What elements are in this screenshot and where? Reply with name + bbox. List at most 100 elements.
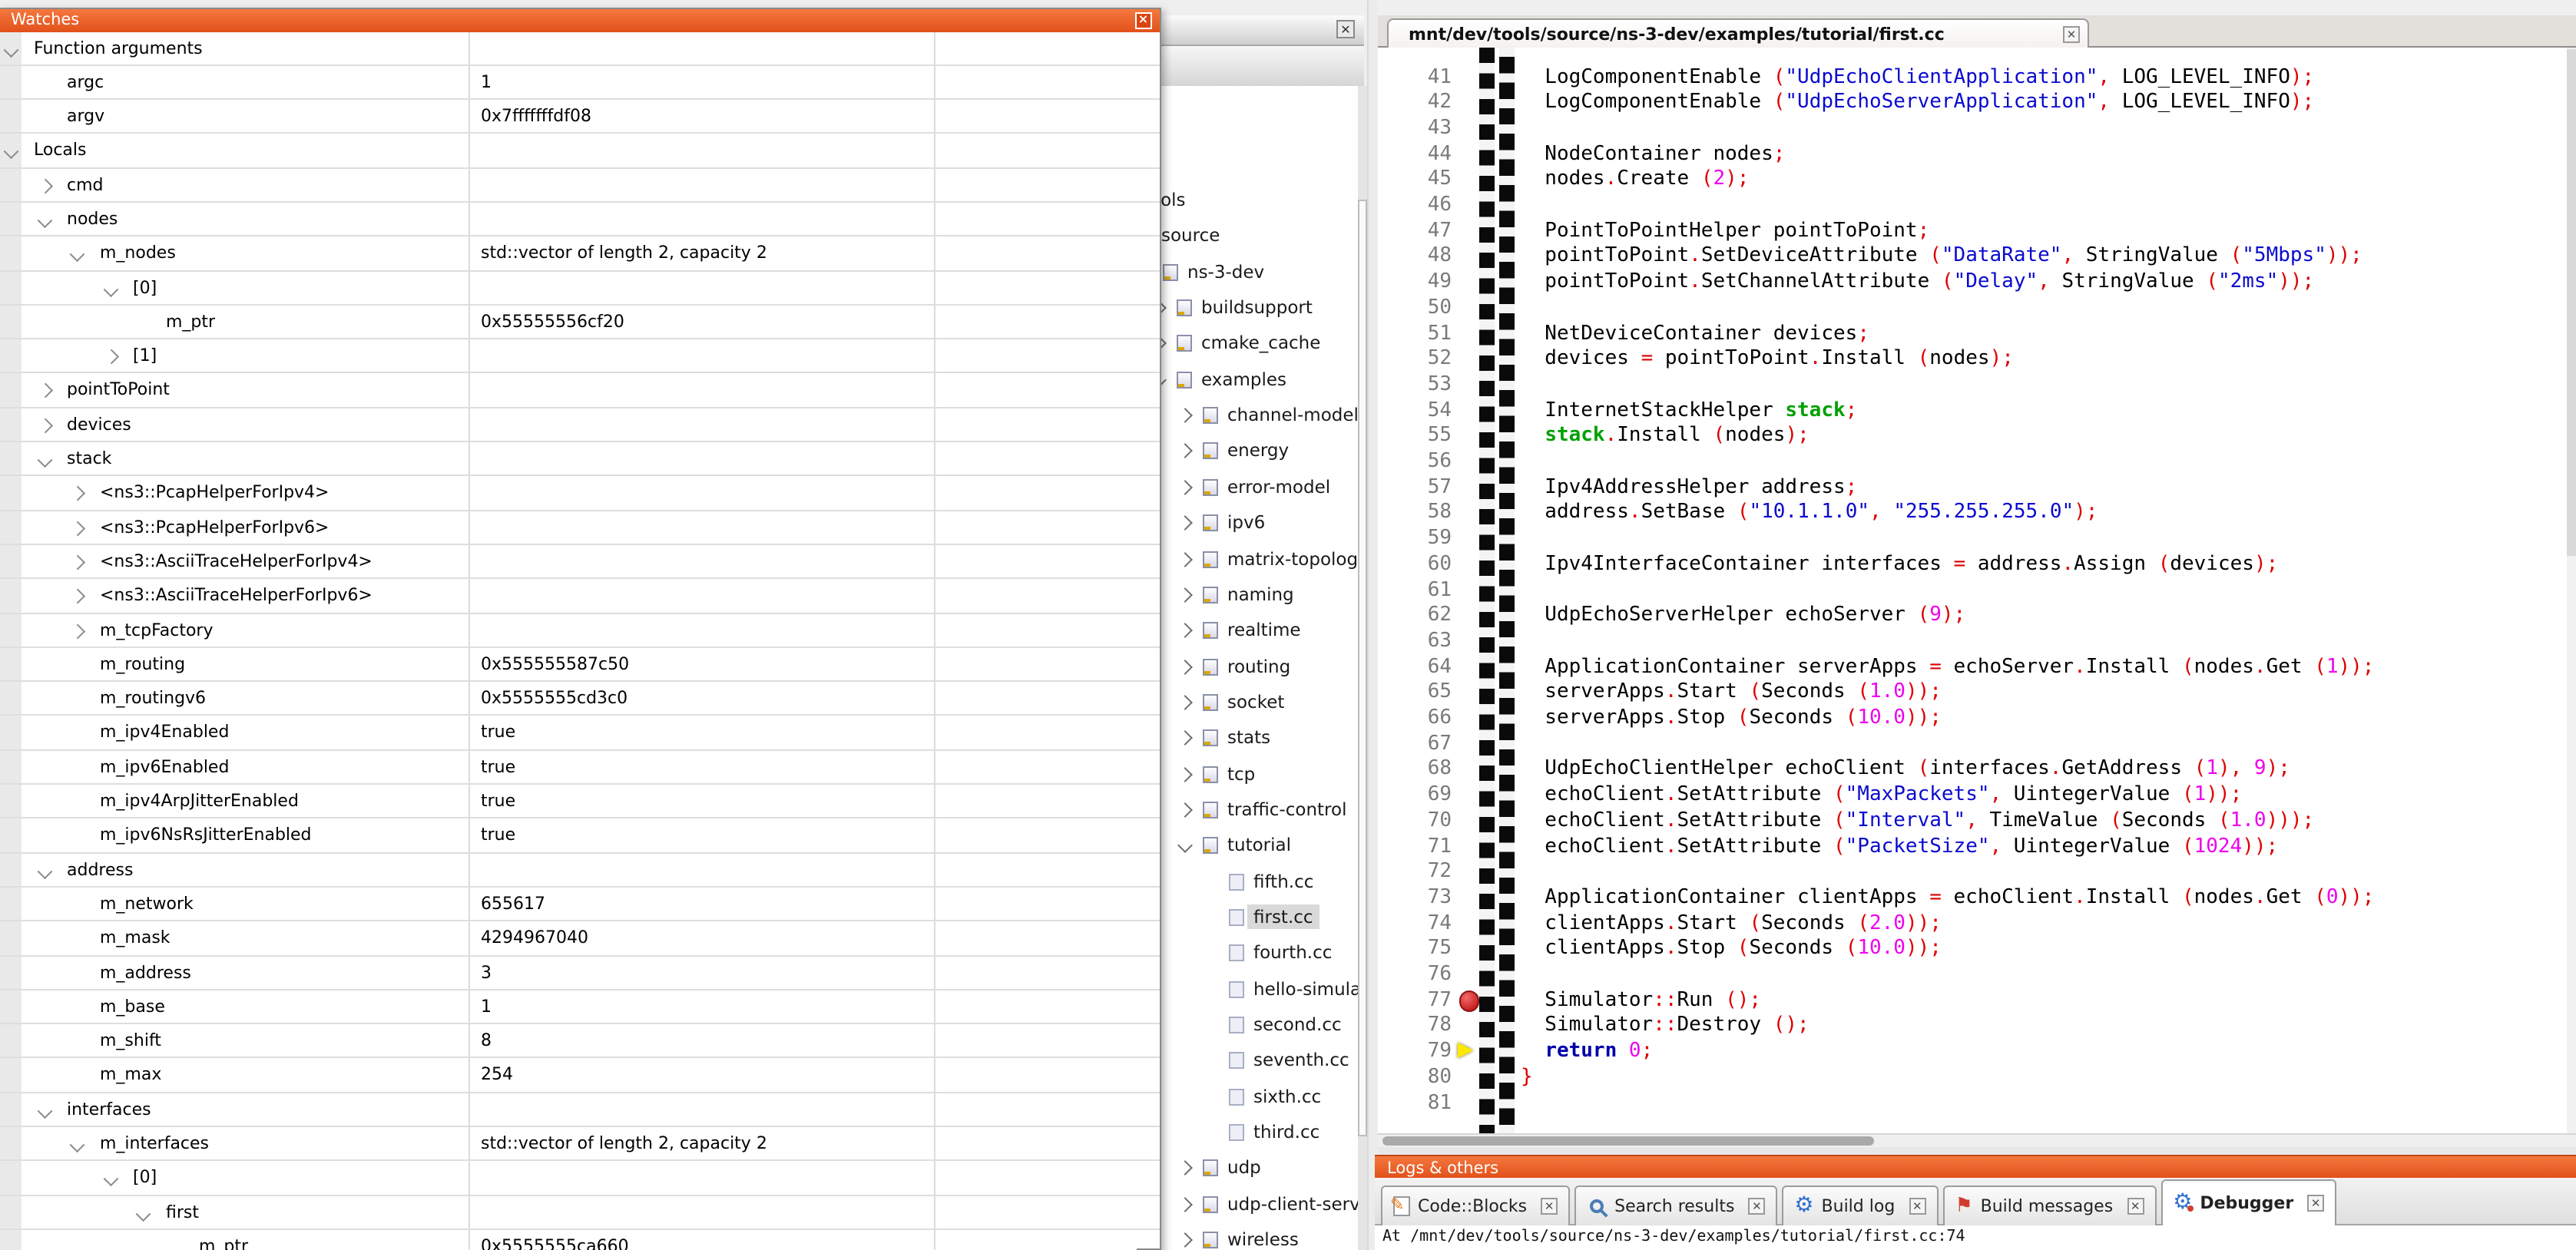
line-number[interactable]: 60 (1378, 553, 1452, 578)
chevron-right-icon[interactable] (103, 350, 117, 364)
watch-row[interactable]: m_shift8 (0, 1024, 1160, 1059)
line-number[interactable]: 46 (1378, 193, 1452, 219)
line-number[interactable]: 76 (1378, 963, 1452, 988)
line-number[interactable]: 42 (1378, 91, 1452, 116)
watch-row[interactable]: devices (0, 408, 1160, 443)
watch-row[interactable]: Function arguments (0, 31, 1160, 66)
chevron-right-icon[interactable] (1177, 587, 1193, 603)
close-icon[interactable] (1336, 20, 1355, 38)
watch-row[interactable]: m_ipv6Enabledtrue (0, 750, 1160, 785)
line-number[interactable]: 69 (1378, 783, 1452, 809)
line-number[interactable]: 53 (1378, 373, 1452, 398)
chevron-down-icon[interactable] (4, 144, 18, 158)
chevron-right-icon[interactable] (1177, 515, 1193, 531)
watch-row[interactable]: [0] (0, 1162, 1160, 1196)
watch-row[interactable]: <ns3::PcapHelperForIpv6> (0, 511, 1160, 545)
line-number[interactable]: 72 (1378, 860, 1452, 885)
chevron-down-icon[interactable] (103, 1172, 117, 1186)
watch-row[interactable]: m_routingv60x5555555cd3c0 (0, 682, 1160, 716)
watch-row[interactable]: first (0, 1195, 1160, 1230)
chevron-right-icon[interactable] (37, 418, 51, 432)
chevron-right-icon[interactable] (1177, 480, 1193, 495)
watch-row[interactable]: <ns3::PcapHelperForIpv4> (0, 477, 1160, 511)
line-number[interactable]: 74 (1378, 911, 1452, 937)
chevron-right-icon[interactable] (70, 590, 84, 604)
chevron-down-icon[interactable] (70, 247, 84, 261)
chevron-right-icon[interactable] (70, 487, 84, 501)
editor-vertical-scrollbar-thumb[interactable] (2567, 49, 2575, 556)
editor-tab-first-cc[interactable]: mnt/dev/tools/source/ns-3-dev/examples/t… (1387, 18, 2089, 48)
close-icon[interactable] (1134, 12, 1152, 29)
line-number[interactable]: 54 (1378, 398, 1452, 424)
line-number[interactable]: 66 (1378, 706, 1452, 732)
watch-row[interactable]: interfaces (0, 1093, 1160, 1127)
watch-row[interactable]: m_ipv6NsRsJitterEnabledtrue (0, 819, 1160, 854)
chevron-down-icon[interactable] (1177, 838, 1193, 854)
watch-row[interactable]: m_ptr0x5555555ca660 (0, 1230, 1160, 1250)
logs-tab-code-blocks[interactable]: Code::Blocks (1381, 1186, 1570, 1225)
close-icon[interactable] (1541, 1198, 1558, 1215)
code-editor[interactable] (1378, 47, 2576, 1146)
line-number[interactable]: 49 (1378, 270, 1452, 296)
line-number[interactable]: 70 (1378, 809, 1452, 835)
chevron-down-icon[interactable] (70, 1137, 84, 1151)
chevron-down-icon[interactable] (37, 452, 51, 466)
watch-row[interactable]: m_mask4294967040 (0, 921, 1160, 956)
watch-row[interactable]: argc1 (0, 66, 1160, 101)
watch-row[interactable]: m_ptr0x55555556cf20 (0, 306, 1160, 340)
chevron-down-icon[interactable] (136, 1205, 150, 1219)
fold-margin-left[interactable] (1479, 47, 1495, 1146)
breakpoint-icon[interactable] (1459, 990, 1479, 1011)
line-number[interactable]: 50 (1378, 296, 1452, 322)
chevron-right-icon[interactable] (70, 555, 84, 569)
line-number[interactable]: 75 (1378, 938, 1452, 963)
logs-tab-debugger[interactable]: Debugger (2160, 1179, 2336, 1225)
chevron-right-icon[interactable] (70, 623, 84, 637)
chevron-right-icon[interactable] (1177, 551, 1193, 567)
tree-scrollbar-thumb[interactable] (1358, 200, 1366, 1136)
line-number[interactable]: 78 (1378, 1014, 1452, 1040)
watch-row[interactable]: <ns3::AsciiTraceHelperForIpv6> (0, 580, 1160, 614)
watch-row[interactable]: nodes (0, 203, 1160, 237)
watches-titlebar[interactable]: Watches (0, 9, 1160, 31)
line-number[interactable]: 45 (1378, 168, 1452, 193)
watch-row[interactable]: m_ipv4ArpJitterEnabledtrue (0, 785, 1160, 819)
line-number[interactable]: 44 (1378, 142, 1452, 167)
line-number[interactable]: 64 (1378, 655, 1452, 680)
chevron-right-icon[interactable] (1177, 659, 1193, 674)
line-number[interactable]: 56 (1378, 450, 1452, 475)
line-number[interactable]: 79 (1378, 1040, 1452, 1065)
line-number[interactable]: 55 (1378, 425, 1452, 450)
line-number[interactable]: 63 (1378, 630, 1452, 655)
chevron-down-icon[interactable] (103, 281, 117, 295)
logs-tab-search-results[interactable]: Search results (1574, 1186, 1777, 1225)
chevron-right-icon[interactable] (37, 179, 51, 193)
watch-row[interactable]: m_address3 (0, 956, 1160, 990)
line-number[interactable]: 73 (1378, 886, 1452, 911)
line-number[interactable]: 81 (1378, 1091, 1452, 1116)
line-number[interactable]: 67 (1378, 732, 1452, 757)
watch-row[interactable]: m_max254 (0, 1059, 1160, 1093)
line-number[interactable]: 61 (1378, 578, 1452, 604)
line-number[interactable]: 47 (1378, 219, 1452, 244)
close-icon[interactable] (2127, 1198, 2144, 1215)
line-number[interactable]: 41 (1378, 65, 1452, 91)
chevron-right-icon[interactable] (1177, 1197, 1193, 1212)
chevron-right-icon[interactable] (1177, 444, 1193, 459)
chevron-right-icon[interactable] (1177, 766, 1193, 782)
watch-row[interactable]: [1] (0, 339, 1160, 374)
line-number[interactable]: 59 (1378, 527, 1452, 552)
watch-row[interactable]: <ns3::AsciiTraceHelperForIpv4> (0, 545, 1160, 580)
chevron-down-icon[interactable] (37, 1103, 51, 1117)
chevron-right-icon[interactable] (1177, 802, 1193, 818)
watch-row[interactable]: stack (0, 442, 1160, 477)
chevron-right-icon[interactable] (70, 521, 84, 535)
chevron-down-icon[interactable] (37, 213, 51, 227)
chevron-right-icon[interactable] (37, 384, 51, 398)
editor-horizontal-scrollbar-thumb[interactable] (1382, 1136, 1874, 1146)
line-number[interactable]: 77 (1378, 988, 1452, 1014)
watch-row[interactable]: pointToPoint (0, 374, 1160, 408)
line-number[interactable]: 58 (1378, 501, 1452, 527)
chevron-right-icon[interactable] (1177, 1161, 1193, 1176)
line-number[interactable]: 57 (1378, 475, 1452, 501)
